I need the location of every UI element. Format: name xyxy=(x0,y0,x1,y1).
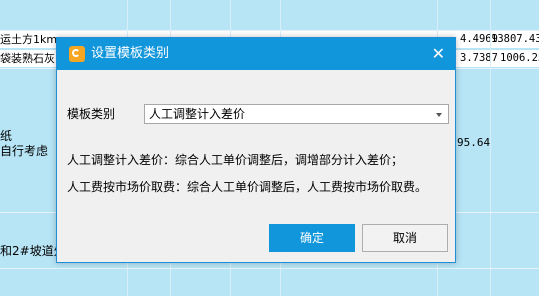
description-line-2: 人工费按市场价取费：综合人工单价调整后，人工费按市场价取费。 xyxy=(67,180,428,194)
template-category-dialog: 设置模板类别 ✕ 模板类别 人工调整计入差价 人工调整计入差价：综合人工单价调整… xyxy=(56,37,456,263)
dialog-titlebar[interactable]: 设置模板类别 ✕ xyxy=(57,38,455,70)
select-value: 人工调整计入差价 xyxy=(149,107,246,121)
table-cell: 13807.43 xyxy=(491,33,539,45)
dialog-title: 设置模板类别 xyxy=(91,46,170,61)
background-text: 自行考虑 xyxy=(0,144,49,158)
ok-button[interactable]: 确定 xyxy=(269,224,355,252)
template-category-select[interactable]: 人工调整计入差价 xyxy=(144,104,449,124)
table-cell: 运土方1km xyxy=(0,33,58,46)
close-icon[interactable]: ✕ xyxy=(432,38,445,70)
background-number: 95.64 xyxy=(457,136,491,149)
table-cell: 3.7387 xyxy=(460,52,498,64)
description-line-1: 人工调整计入差价：综合人工单价调整后，调增部分计入差价； xyxy=(67,153,404,167)
chevron-down-icon[interactable] xyxy=(436,113,442,117)
template-category-label: 模板类别 xyxy=(67,107,116,121)
cancel-button[interactable]: 取消 xyxy=(362,224,448,252)
table-cell: 1006.25 xyxy=(500,52,539,64)
background-text: 纸 xyxy=(0,129,13,143)
app-logo-icon xyxy=(69,46,85,62)
table-cell: 袋装熟石灰: xyxy=(0,52,59,65)
